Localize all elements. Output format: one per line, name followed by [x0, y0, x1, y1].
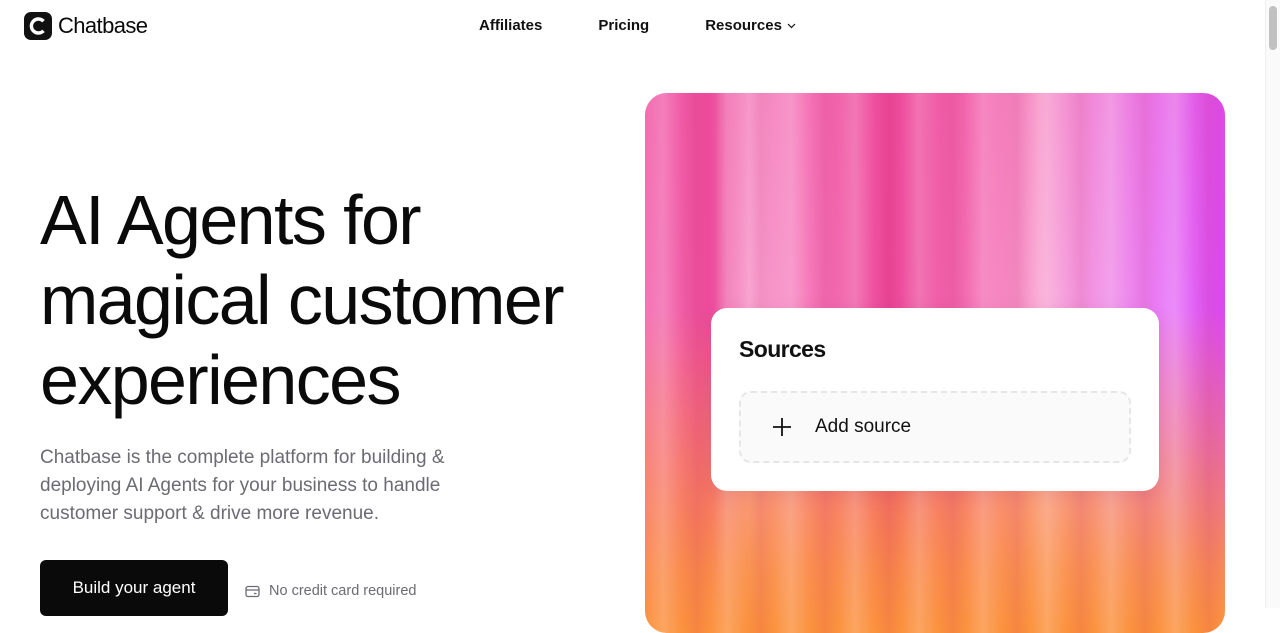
no-credit-card-note: No credit card required: [245, 583, 417, 599]
credit-card-icon: [245, 585, 260, 597]
add-source-label: Add source: [815, 416, 912, 437]
nav-link-resources-label: Resources: [705, 17, 782, 34]
site-header: Chatbase Affiliates Pricing Resources: [0, 0, 1266, 52]
brand-logo-link[interactable]: Chatbase: [24, 12, 148, 40]
add-source-button[interactable]: Add source: [739, 391, 1131, 463]
chatbase-logo-icon: [24, 12, 52, 40]
brand-name: Chatbase: [58, 13, 148, 38]
hero-title-line-3: experiences: [40, 341, 401, 419]
scrollbar-thumb[interactable]: [1269, 6, 1277, 50]
hero-title-line-2: magical customer: [40, 261, 565, 339]
hero-title-line-1: AI Agents for: [40, 181, 422, 259]
plus-icon: [773, 418, 791, 436]
sources-card: Sources Add source: [711, 308, 1159, 491]
chevron-down-icon: [787, 23, 796, 28]
nav-link-resources[interactable]: Resources: [705, 17, 796, 34]
hero-title: AI Agents for magical customer experienc…: [40, 180, 640, 420]
main-nav: Affiliates Pricing Resources: [479, 17, 796, 34]
nav-link-affiliates[interactable]: Affiliates: [479, 17, 542, 34]
sources-card-title: Sources: [739, 336, 826, 362]
no-credit-card-text: No credit card required: [269, 583, 417, 599]
page-scrollbar[interactable]: [1265, 0, 1280, 608]
nav-link-pricing[interactable]: Pricing: [598, 17, 649, 34]
hero-description: Chatbase is the complete platform for bu…: [40, 447, 445, 524]
hero-visual-panel: Sources Add source: [645, 93, 1225, 633]
